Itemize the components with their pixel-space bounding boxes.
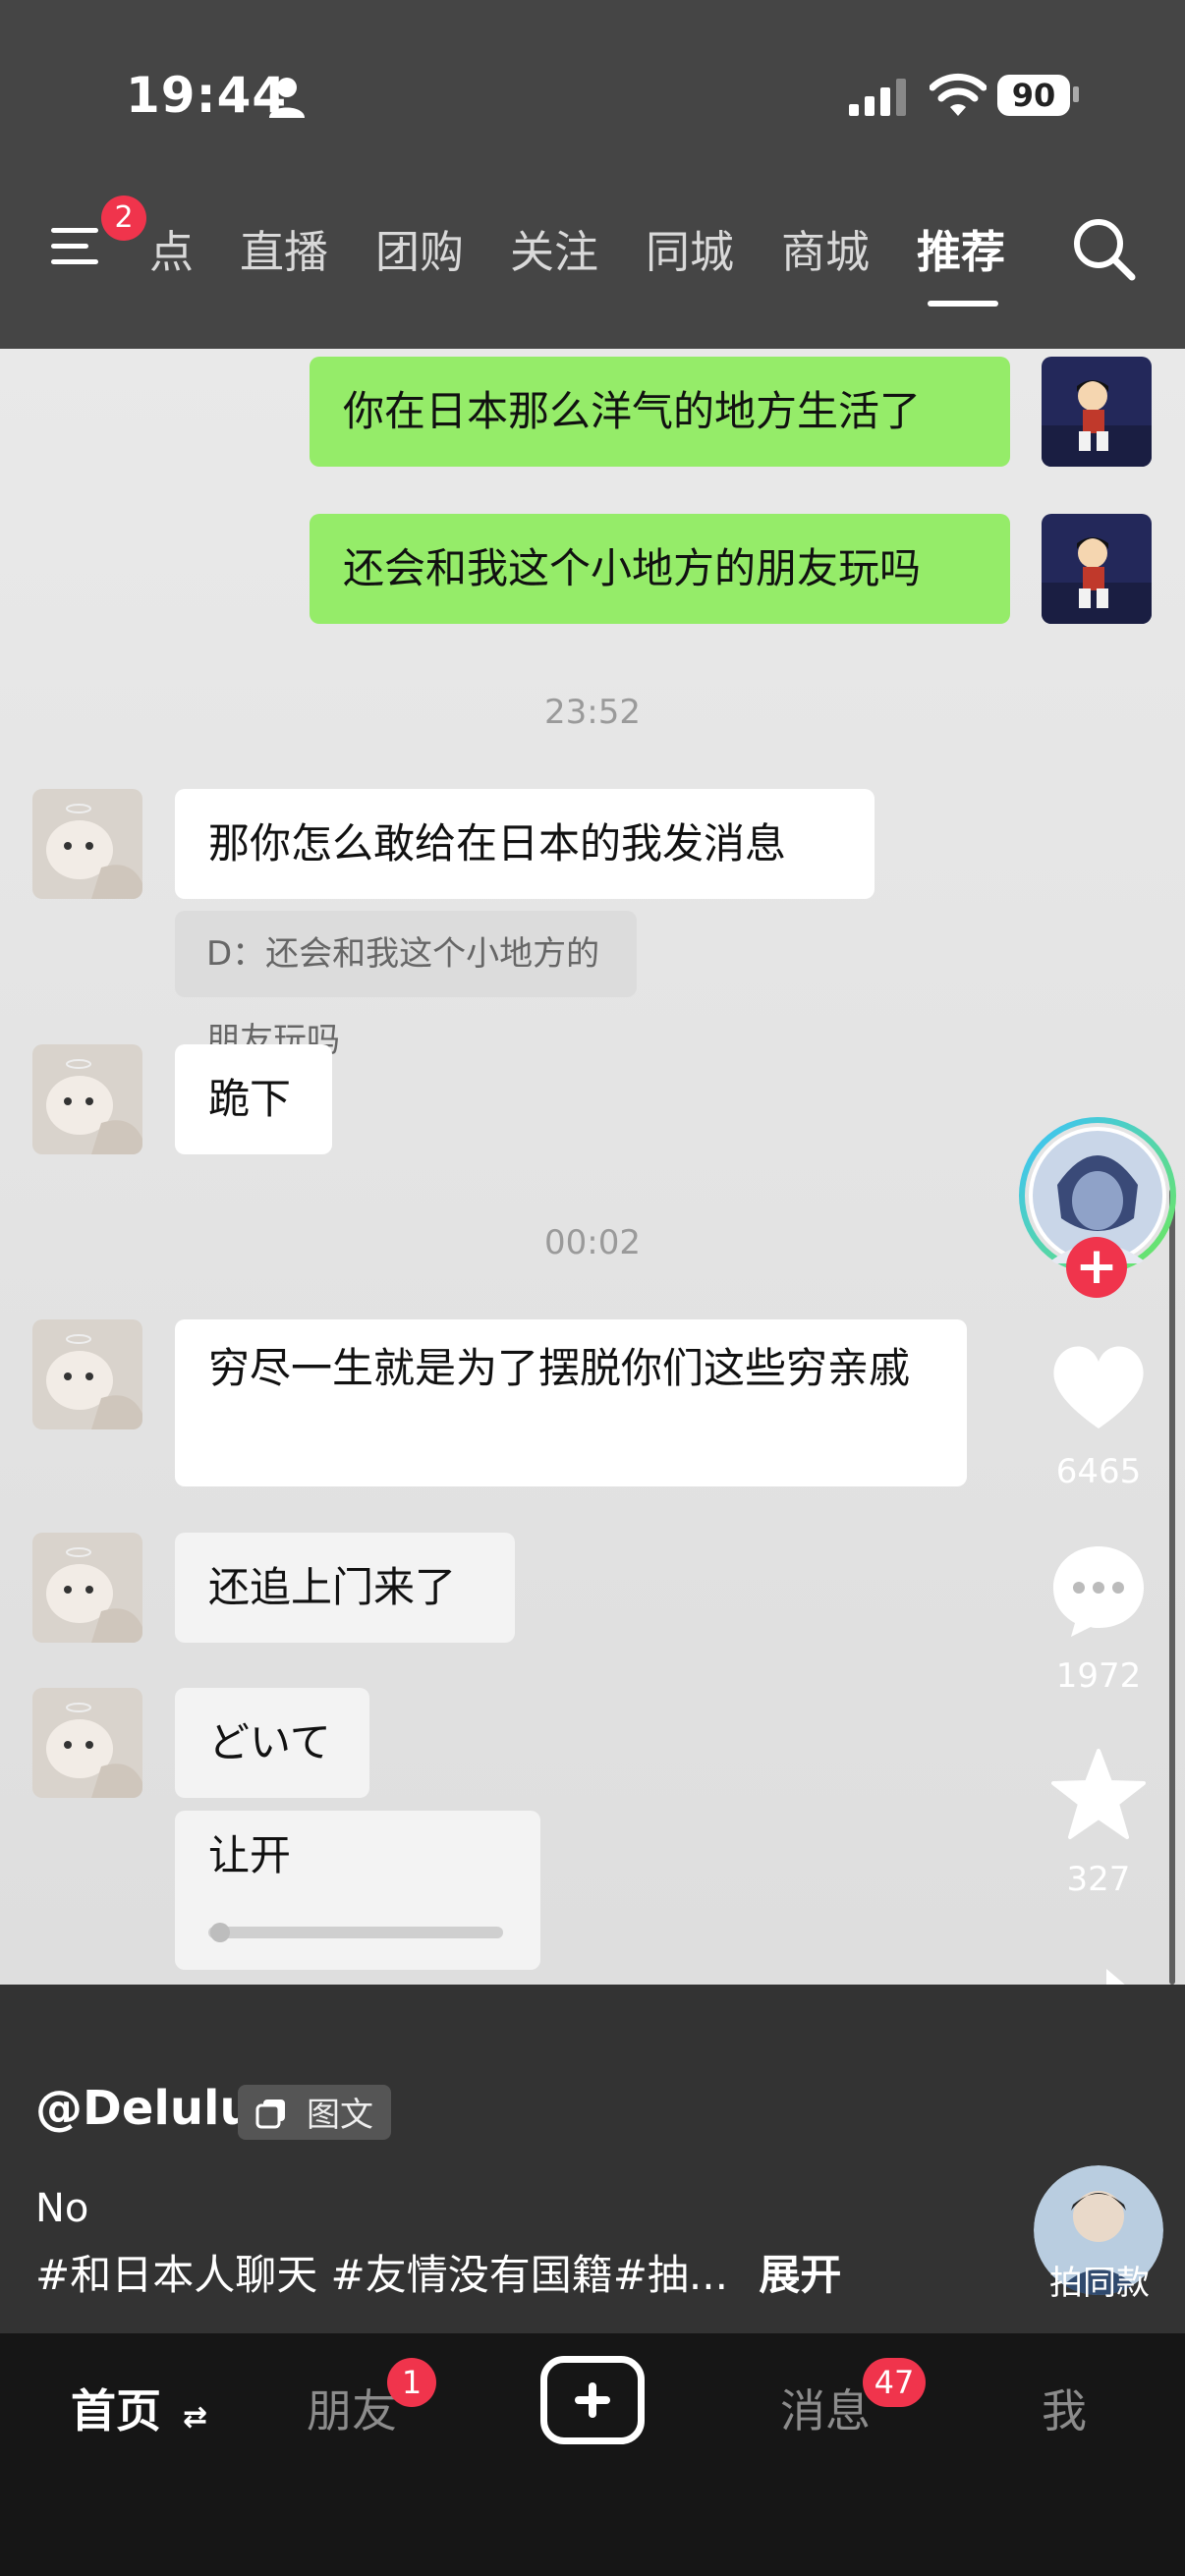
status-time: 19:44 [126,67,288,124]
author-name[interactable]: @Delulu [35,2081,254,2136]
menu-notification-badge: 2 [101,196,146,241]
messages-badge: 47 [863,2358,926,2407]
receiver-avatar [32,1044,142,1154]
favorite-star-icon[interactable] [1051,1749,1146,1839]
friends-badge: 1 [387,2358,436,2407]
receiver-avatar [32,1319,142,1429]
receiver-avatar [32,789,142,899]
like-heart-icon[interactable] [1049,1342,1148,1432]
refresh-toggle-icon: ⇄ [183,2400,208,2435]
received-message-text: 让开 [208,1831,292,1879]
tab-recommend[interactable]: 推荐 [917,216,1005,280]
received-message: 还追上门来了 [175,1533,515,1643]
post-type-label: 图文 [307,2096,373,2135]
read-progress-bar [208,1923,503,1942]
comment-count: 1972 [1055,1656,1142,1696]
chat-timestamp: 00:02 [544,1223,641,1262]
follow-button[interactable]: + [1066,1237,1127,1298]
received-message: 那你怎么敢给在日本的我发消息 [175,789,875,899]
post-caption: No [35,2186,89,2231]
nav-me[interactable]: 我 [1042,2376,1087,2440]
image-post-icon [255,2100,285,2129]
top-bar [0,0,1185,349]
comment-icon[interactable] [1049,1542,1148,1637]
wifi-icon [930,73,987,116]
sent-message: 你在日本那么洋气的地方生活了 [310,357,1010,467]
receiver-avatar [32,1533,142,1643]
menu-icon[interactable] [51,222,104,269]
received-message: 穷尽一生就是为了摆脱你们这些穷亲戚 [175,1319,967,1486]
quoted-reply: D：还会和我这个小地方的朋友玩吗 [175,911,637,1060]
battery-cap [1073,86,1079,102]
sent-message: 还会和我这个小地方的朋友玩吗 [310,514,1010,624]
expand-link[interactable]: 展开 [759,2251,841,2299]
received-message: 让开 [175,1811,540,1970]
post-image-chat-screenshot[interactable]: 你在日本那么洋气的地方生活了 还会和我这个小地方的朋友玩吗 23:52 那你怎么… [0,349,1185,1985]
sender-avatar [1042,357,1152,467]
nav-messages[interactable]: 消息 [780,2376,871,2440]
tab-live[interactable]: 直播 [240,216,328,280]
chat-timestamp: 23:52 [544,693,641,732]
person-icon [269,78,305,118]
tab-following[interactable]: 关注 [510,216,598,280]
shoot-same-label[interactable]: 拍同款 [1022,2256,1177,2304]
tab-group-buy[interactable]: 团购 [375,216,464,280]
create-post-button[interactable] [540,2356,645,2444]
like-count: 6465 [1055,1452,1142,1491]
received-message: 跪下 [175,1044,332,1154]
favorite-count: 327 [1066,1860,1131,1899]
tab-mall[interactable]: 商城 [781,216,870,280]
post-hashtags[interactable]: #和日本人聊天 #友情没有国籍#抽... 展开 [35,2242,841,2302]
battery-level: 90 [997,75,1070,116]
hashtag-text[interactable]: #和日本人聊天 #友情没有国籍#抽... [35,2251,728,2299]
nav-friends[interactable]: 朋友 [307,2376,397,2440]
nav-home-label: 首页 [71,2384,161,2437]
receiver-avatar [32,1688,142,1798]
plus-icon [575,2382,610,2418]
sender-avatar [1042,514,1152,624]
active-tab-indicator [928,301,998,307]
tab-nearby[interactable]: 同城 [646,216,734,280]
nav-home[interactable]: 首页 ⇄ [71,2376,207,2440]
search-icon[interactable] [1069,214,1138,283]
received-message: どいて [175,1688,369,1798]
cellular-signal-icon [849,79,906,116]
tab-dian[interactable]: 点 [149,216,194,280]
